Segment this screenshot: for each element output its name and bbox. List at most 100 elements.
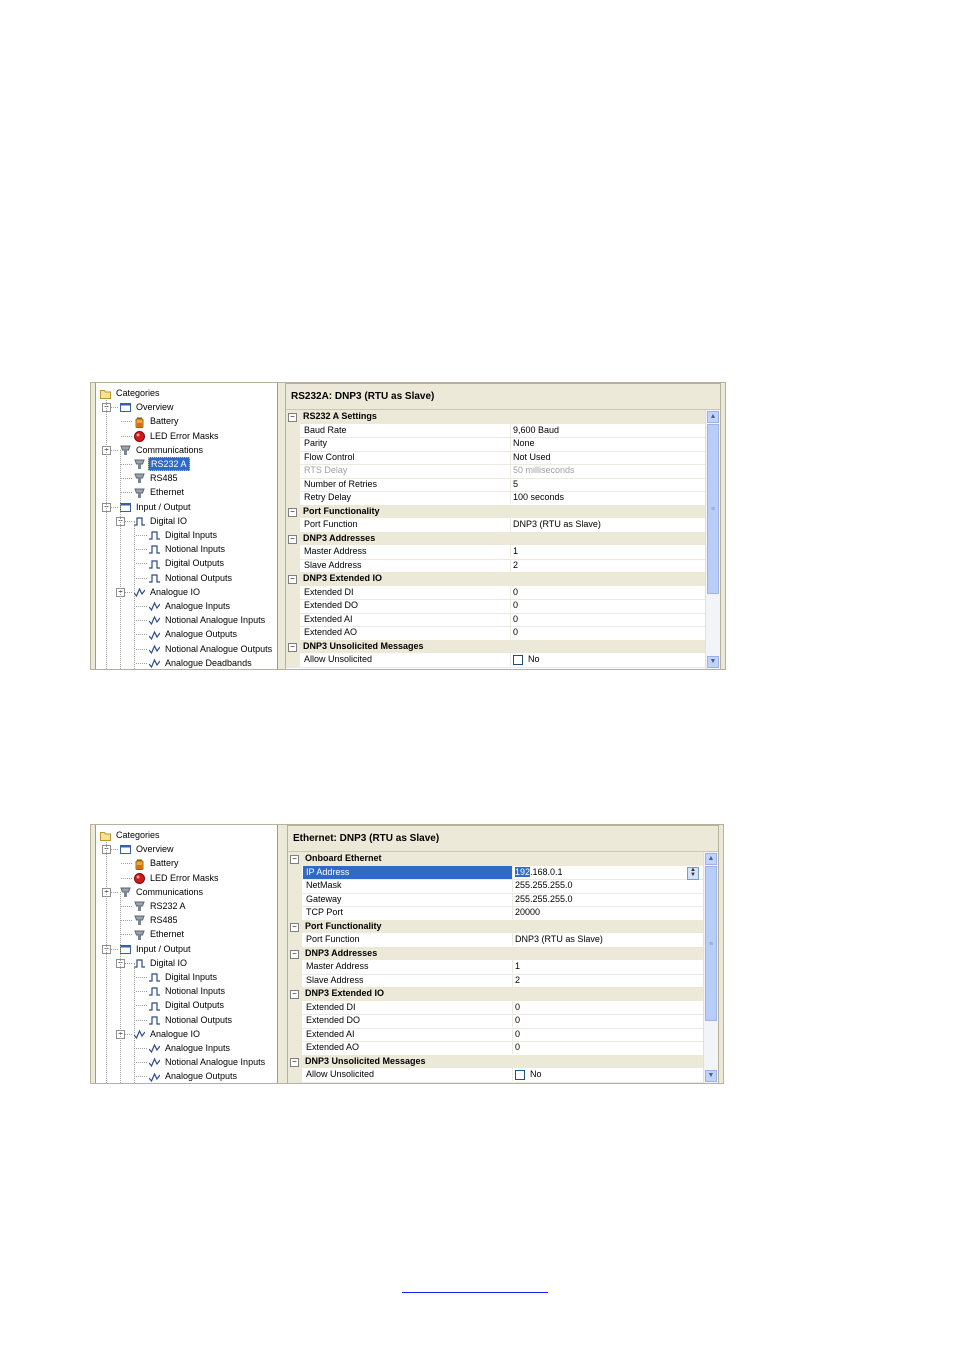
collapse-category-icon[interactable]: − bbox=[288, 575, 297, 584]
property-row-parity[interactable]: Parity None bbox=[286, 437, 705, 452]
tree-item-battery[interactable]: Battery bbox=[134, 414, 181, 428]
tree-item-rs232-a[interactable]: RS232 A bbox=[134, 457, 190, 471]
tree-item-digital-inputs[interactable]: Digital Inputs bbox=[149, 970, 219, 984]
tree-item-digital-io[interactable]: Digital IO bbox=[134, 514, 189, 528]
scroll-thumb[interactable]: ≡ bbox=[707, 424, 719, 594]
tree-item-digital-outputs[interactable]: Digital Outputs bbox=[149, 556, 226, 570]
property-value-cell[interactable]: No bbox=[512, 1068, 703, 1081]
property-value-cell[interactable]: 2 bbox=[510, 559, 705, 572]
property-row-slave-address[interactable]: Slave Address 2 bbox=[288, 973, 703, 988]
tree-item-rs485[interactable]: RS485 bbox=[134, 471, 180, 485]
property-row-extended-ao[interactable]: Extended AO 0 bbox=[288, 1041, 703, 1056]
category-dnp3-extended-io[interactable]: − DNP3 Extended IO bbox=[288, 987, 703, 1001]
property-value-cell[interactable]: 0 bbox=[510, 613, 705, 626]
property-value-cell[interactable]: 0 bbox=[510, 599, 705, 612]
tree-item-ethernet[interactable]: Ethernet bbox=[134, 927, 186, 941]
property-row-baud-rate[interactable]: Baud Rate 9,600 Baud bbox=[286, 423, 705, 438]
scroll-up-button[interactable]: ▲ bbox=[705, 853, 717, 865]
tree-item-analogue-inputs[interactable]: Analogue Inputs bbox=[148, 1041, 232, 1055]
property-row-extended-di[interactable]: Extended DI 0 bbox=[288, 1000, 703, 1015]
category-dnp3-unsolicited-messages[interactable]: − DNP3 Unsolicited Messages bbox=[288, 1054, 703, 1068]
category-dnp3-extended-io[interactable]: − DNP3 Extended IO bbox=[286, 572, 705, 586]
property-value-cell[interactable]: 1 bbox=[512, 960, 703, 973]
property-row-number-of-retries[interactable]: Number of Retries 5 bbox=[286, 477, 705, 492]
property-row-tcp-port[interactable]: TCP Port 20000 bbox=[288, 906, 703, 921]
property-row-extended-ai[interactable]: Extended AI 0 bbox=[286, 612, 705, 627]
category-dnp3-addresses[interactable]: − DNP3 Addresses bbox=[286, 531, 705, 545]
property-value-cell[interactable]: 255.255.255.0 bbox=[512, 879, 703, 892]
tree-item-analogue-io[interactable]: Analogue IO bbox=[133, 585, 202, 599]
tree-item-digital-inputs[interactable]: Digital Inputs bbox=[149, 528, 219, 542]
tree-item-input-output[interactable]: Input / Output bbox=[120, 500, 193, 514]
tree-item-analogue-deadbands[interactable]: Analogue Deadbands bbox=[148, 656, 254, 669]
property-row-port-function[interactable]: Port Function DNP3 (RTU as Slave) bbox=[288, 933, 703, 948]
tree-item-ethernet[interactable]: Ethernet bbox=[134, 485, 186, 499]
property-value-cell[interactable]: 2 bbox=[512, 974, 703, 987]
property-value-cell[interactable]: 0 bbox=[512, 1041, 703, 1054]
property-row-netmask[interactable]: NetMask 255.255.255.0 bbox=[288, 879, 703, 894]
property-value-cell[interactable]: DNP3 (RTU as Slave) bbox=[510, 518, 705, 531]
property-value-cell[interactable]: 50 milliseconds bbox=[510, 464, 705, 477]
property-value-cell[interactable]: 1 bbox=[510, 545, 705, 558]
collapse-category-icon[interactable]: − bbox=[288, 507, 297, 517]
property-row-extended-do[interactable]: Extended DO 0 bbox=[288, 1014, 703, 1029]
tree-item-notional-outputs[interactable]: Notional Outputs bbox=[149, 571, 234, 585]
tree-item-digital-io[interactable]: Digital IO bbox=[134, 956, 189, 970]
category-dnp3-addresses[interactable]: − DNP3 Addresses bbox=[288, 946, 703, 960]
tree-item-notional-inputs[interactable]: Notional Inputs bbox=[149, 984, 227, 998]
property-row-extended-do[interactable]: Extended DO 0 bbox=[286, 599, 705, 614]
tree-item-rs485[interactable]: RS485 bbox=[134, 913, 180, 927]
scroll-down-button[interactable]: ▼ bbox=[707, 656, 719, 668]
vertical-scrollbar[interactable]: ▲ ≡ ▼ bbox=[705, 410, 720, 669]
page-link-underline[interactable] bbox=[402, 1282, 548, 1293]
tree-item-analogue-outputs[interactable]: Analogue Outputs bbox=[148, 1069, 239, 1083]
tree-root[interactable]: Categories bbox=[100, 828, 162, 842]
property-value-cell[interactable]: DNP3 (RTU as Slave) bbox=[512, 933, 703, 946]
tree-item-analogue-inputs[interactable]: Analogue Inputs bbox=[148, 599, 232, 613]
tree-item-analogue-io[interactable]: Analogue IO bbox=[133, 1027, 202, 1041]
property-row-extended-di[interactable]: Extended DI 0 bbox=[286, 585, 705, 600]
tree-item-notional-outputs[interactable]: Notional Outputs bbox=[149, 1013, 234, 1027]
property-value-cell[interactable]: 0 bbox=[510, 586, 705, 599]
scroll-thumb[interactable]: ≡ bbox=[705, 866, 717, 1021]
collapse-category-icon[interactable]: − bbox=[290, 1057, 299, 1067]
tree-root[interactable]: Categories bbox=[100, 386, 162, 400]
category-port-functionality[interactable]: − Port Functionality bbox=[288, 919, 703, 933]
tree-item-communications[interactable]: Communications bbox=[120, 443, 205, 457]
category-dnp3-unsolicited-messages[interactable]: − DNP3 Unsolicited Messages bbox=[286, 639, 705, 653]
property-row-rts-delay[interactable]: RTS Delay 50 milliseconds bbox=[286, 464, 705, 479]
tree-item-notional-analogue-outputs[interactable]: Notional Analogue Outputs bbox=[148, 642, 274, 656]
property-value-cell[interactable]: 20000 bbox=[512, 906, 703, 919]
property-row-retry-delay[interactable]: Retry Delay 100 seconds bbox=[286, 491, 705, 506]
tree-item-notional-analogue-inputs[interactable]: Notional Analogue Inputs bbox=[148, 613, 267, 627]
vertical-scrollbar[interactable]: ▲ ≡ ▼ bbox=[703, 852, 718, 1083]
collapse-category-icon[interactable]: − bbox=[290, 922, 299, 932]
tree-item-rs232-a[interactable]: RS232 A bbox=[134, 899, 188, 913]
property-row-gateway[interactable]: Gateway 255.255.255.0 bbox=[288, 892, 703, 907]
collapse-category-icon[interactable]: − bbox=[288, 534, 297, 544]
property-value-cell[interactable]: 9,600 Baud bbox=[510, 424, 705, 437]
property-value-cell[interactable]: No bbox=[510, 653, 705, 666]
tree-item-input-output[interactable]: Input / Output bbox=[120, 942, 193, 956]
category-rs232-a-settings[interactable]: − RS232 A Settings bbox=[286, 410, 705, 424]
property-value-cell[interactable]: 192.168.0.1 ▲ ▼ bbox=[512, 866, 703, 880]
tree-item-led-error-masks[interactable]: LED Error Masks bbox=[134, 429, 221, 443]
property-value-cell[interactable]: 0 bbox=[512, 1001, 703, 1014]
property-row-extended-ao[interactable]: Extended AO 0 bbox=[286, 626, 705, 641]
property-value-cell[interactable]: 0 bbox=[512, 1014, 703, 1027]
property-row-allow-unsolicited[interactable]: Allow Unsolicited No bbox=[286, 653, 705, 668]
scroll-up-button[interactable]: ▲ bbox=[707, 411, 719, 423]
property-row-port-function[interactable]: Port Function DNP3 (RTU as Slave) bbox=[286, 518, 705, 533]
property-value-cell[interactable]: 5 bbox=[510, 478, 705, 491]
collapse-category-icon[interactable]: − bbox=[290, 855, 299, 864]
property-value-cell[interactable]: 255.255.255.0 bbox=[512, 893, 703, 906]
collapse-category-icon[interactable]: − bbox=[288, 413, 297, 422]
tree-item-overview[interactable]: Overview bbox=[120, 842, 176, 856]
collapse-category-icon[interactable]: − bbox=[290, 949, 299, 959]
property-row-master-address[interactable]: Master Address 1 bbox=[286, 545, 705, 560]
tree-item-notional-inputs[interactable]: Notional Inputs bbox=[149, 542, 227, 556]
property-value-cell[interactable]: None bbox=[510, 437, 705, 450]
tree-item-communications[interactable]: Communications bbox=[120, 885, 205, 899]
tree-item-battery[interactable]: Battery bbox=[134, 856, 181, 870]
property-row-ip-address[interactable]: IP Address 192.168.0.1 ▲ ▼ bbox=[288, 865, 703, 880]
